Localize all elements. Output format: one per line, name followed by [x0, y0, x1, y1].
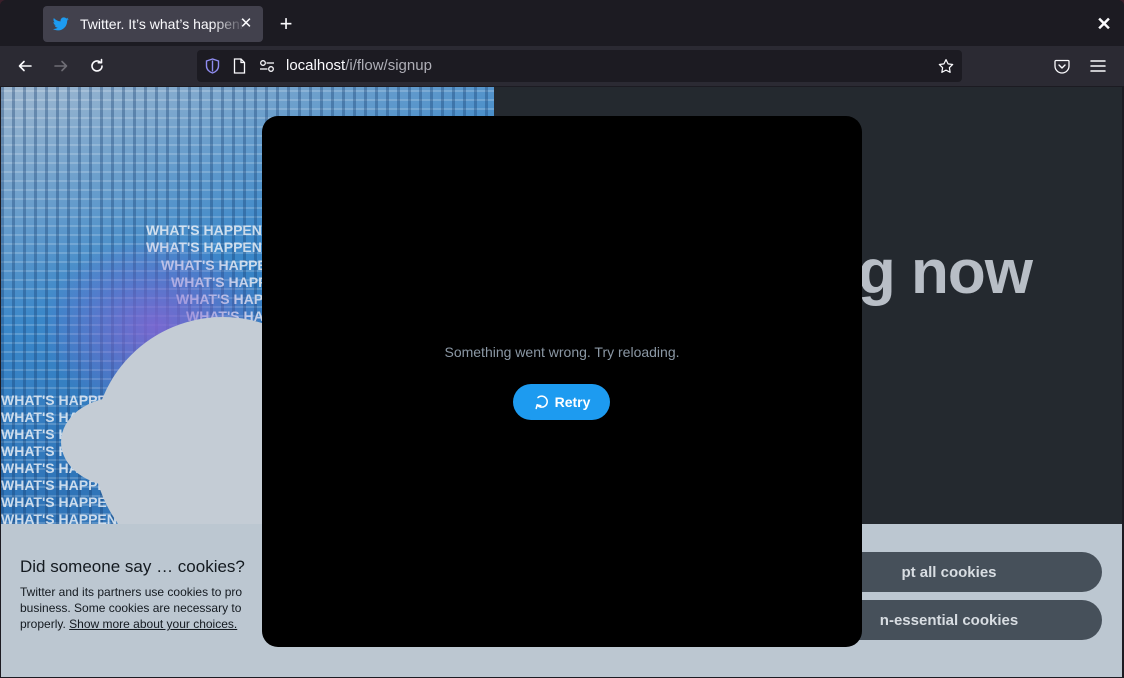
refresh-icon	[533, 393, 551, 411]
tab-title: Twitter. It’s what’s happening	[80, 16, 245, 32]
error-message: Something went wrong. Try reloading.	[444, 344, 680, 360]
page-icon[interactable]	[231, 58, 247, 74]
url-host: localhost	[286, 57, 346, 74]
cookie-banner-body: Twitter and its partners use cookies to …	[20, 584, 262, 632]
site-permissions-icon[interactable]	[259, 58, 275, 74]
navigation-bar: localhost/i/flow/signup	[0, 46, 1124, 86]
url-text[interactable]: localhost/i/flow/signup	[286, 57, 432, 74]
forward-arrow-icon[interactable]	[51, 56, 71, 76]
url-bar[interactable]: localhost/i/flow/signup	[197, 50, 962, 82]
browser-window: Twitter. It’s what’s happening ✕ + ✕ loc…	[0, 0, 1124, 678]
retry-button[interactable]: Retry	[513, 384, 610, 420]
url-path: /i/flow/signup	[345, 57, 432, 74]
signup-modal: Something went wrong. Try reloading. Ret…	[262, 116, 862, 647]
cookie-banner-title: Did someone say … cookies?	[20, 557, 245, 576]
tracking-protection-shield-icon[interactable]	[204, 58, 220, 74]
browser-tab[interactable]: Twitter. It’s what’s happening ✕	[43, 6, 263, 42]
twitter-bird-icon	[53, 16, 69, 32]
window-close-icon[interactable]: ✕	[1094, 14, 1114, 34]
cookie-choices-link[interactable]: Show more about your choices.	[69, 617, 237, 631]
tab-close-icon[interactable]: ✕	[237, 15, 255, 33]
back-arrow-icon[interactable]	[15, 56, 35, 76]
reload-icon[interactable]	[87, 56, 107, 76]
new-tab-icon[interactable]: +	[276, 13, 296, 35]
hamburger-menu-icon[interactable]	[1088, 56, 1108, 76]
bookmark-star-icon[interactable]	[938, 58, 954, 74]
retry-label: Retry	[554, 394, 591, 410]
pocket-icon[interactable]	[1052, 56, 1072, 76]
tab-strip: Twitter. It’s what’s happening ✕ + ✕	[0, 0, 1124, 46]
